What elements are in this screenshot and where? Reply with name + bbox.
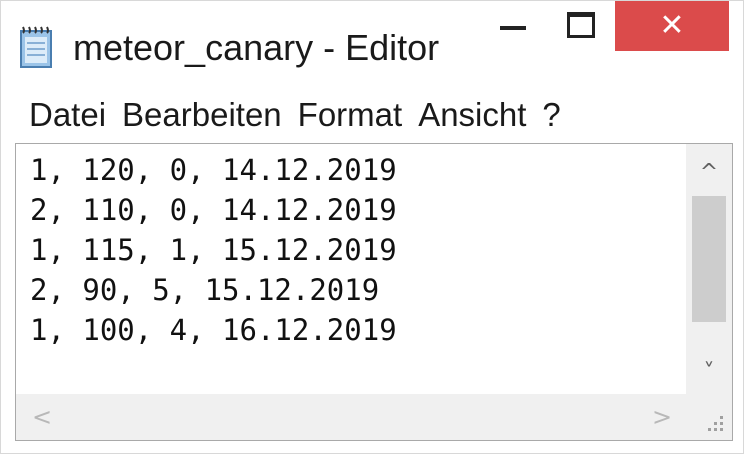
notepad-window: meteor_canary - Editor ✕ Datei Bearbeite… (0, 0, 744, 454)
resize-grip[interactable] (686, 394, 732, 440)
text-editor[interactable]: 1, 120, 0, 14.12.2019 2, 110, 0, 14.12.2… (15, 143, 733, 441)
text-line: 1, 120, 0, 14.12.2019 (30, 153, 397, 187)
menu-item-format[interactable]: Format (290, 87, 411, 143)
chevron-right-icon: > (651, 403, 673, 431)
chevron-down-icon: ˅ (703, 359, 715, 385)
chevron-up-icon: ^ (699, 159, 719, 185)
vertical-scroll-thumb[interactable] (692, 196, 726, 322)
scroll-right-button[interactable]: > (642, 394, 682, 440)
menu-item-bearbeiten[interactable]: Bearbeiten (114, 87, 290, 143)
text-content[interactable]: 1, 120, 0, 14.12.2019 2, 110, 0, 14.12.2… (30, 150, 670, 390)
text-line: 1, 115, 1, 15.12.2019 (30, 233, 397, 267)
menu-item-ansicht[interactable]: Ansicht (410, 87, 534, 143)
resize-grip-icon (708, 416, 723, 431)
notepad-icon (15, 25, 55, 69)
minimize-icon (500, 26, 526, 30)
window-title: meteor_canary - Editor (73, 27, 440, 68)
scroll-left-button[interactable]: < (22, 394, 62, 440)
horizontal-scrollbar[interactable]: < > (16, 394, 686, 440)
maximize-button[interactable] (549, 1, 613, 49)
maximize-icon (567, 12, 595, 38)
text-line: 2, 90, 5, 15.12.2019 (30, 273, 380, 307)
text-line: 1, 100, 4, 16.12.2019 (30, 313, 397, 347)
vertical-scrollbar[interactable]: ^ ˅ (686, 144, 732, 394)
close-button[interactable]: ✕ (615, 1, 729, 51)
minimize-button[interactable] (483, 1, 543, 49)
menu-item-help[interactable]: ? (534, 87, 568, 143)
text-line: 2, 110, 0, 14.12.2019 (30, 193, 397, 227)
chevron-left-icon: < (31, 403, 53, 431)
scroll-down-button[interactable]: ˅ (686, 350, 732, 394)
title-bar[interactable]: meteor_canary - Editor ✕ (1, 1, 743, 87)
close-icon: ✕ (659, 8, 685, 43)
scroll-up-button[interactable]: ^ (686, 150, 732, 194)
menu-bar: Datei Bearbeiten Format Ansicht ? (1, 87, 743, 143)
menu-item-datei[interactable]: Datei (1, 87, 114, 143)
